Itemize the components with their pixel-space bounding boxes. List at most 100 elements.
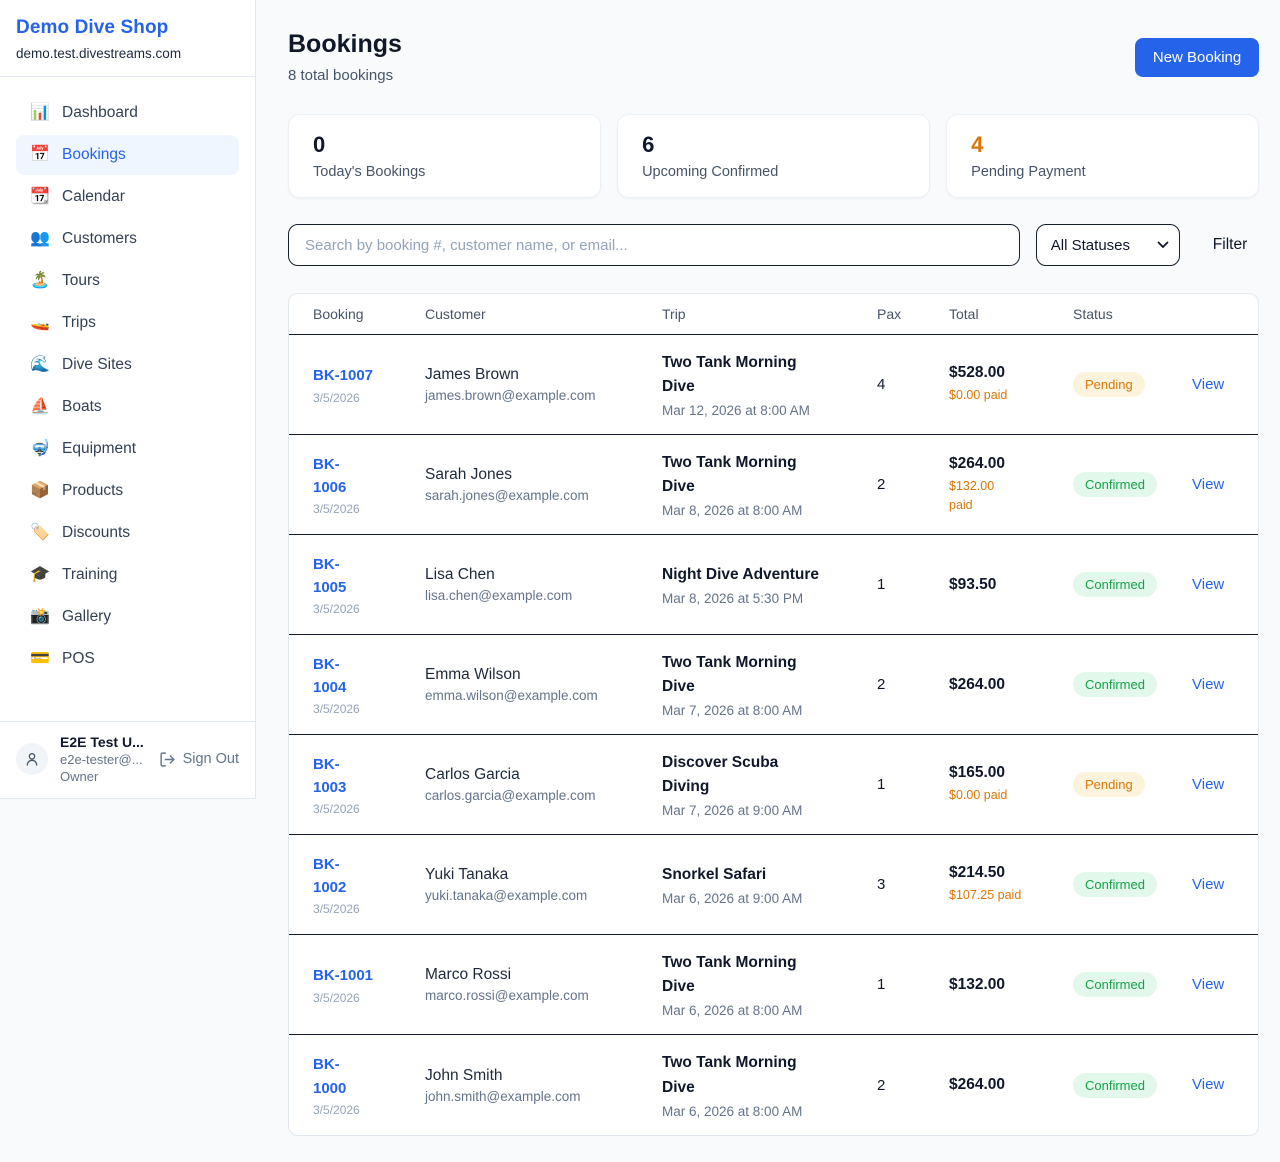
sidebar-item-dive-sites[interactable]: 🌊 Dive Sites [16, 345, 239, 385]
sidebar-item-trips[interactable]: 🚤 Trips [16, 303, 239, 343]
pax-count: 4 [877, 376, 949, 393]
customer-name: Marco Rossi [425, 966, 652, 984]
paid-amount: $107.25 paid [949, 886, 1063, 904]
sidebar-item-calendar[interactable]: 📆 Calendar [16, 177, 239, 217]
sailboat-icon: ⛵ [30, 399, 50, 415]
pax-count: 2 [877, 676, 949, 693]
trip-datetime: Mar 12, 2026 at 8:00 AM [662, 403, 867, 418]
view-link[interactable]: View [1192, 576, 1224, 593]
sidebar-item-pos[interactable]: 💳 POS [16, 639, 239, 679]
column-header-customer: Customer [425, 306, 662, 322]
view-link[interactable]: View [1192, 376, 1224, 393]
sidebar-item-customers[interactable]: 👥 Customers [16, 219, 239, 259]
trip-datetime: Mar 8, 2026 at 5:30 PM [662, 591, 867, 606]
stats-row: 0 Today's Bookings 6 Upcoming Confirmed … [288, 114, 1259, 198]
filter-button[interactable]: Filter [1213, 236, 1247, 254]
graduation-cap-icon: 🎓 [30, 567, 50, 583]
view-link[interactable]: View [1192, 1076, 1224, 1093]
status-badge: Pending [1073, 772, 1145, 797]
page-header-text: Bookings 8 total bookings [288, 30, 402, 84]
island-icon: 🏝️ [30, 273, 50, 289]
stat-value: 0 [313, 132, 576, 158]
booking-date: 3/5/2026 [313, 391, 415, 405]
trip-datetime: Mar 6, 2026 at 8:00 AM [662, 1104, 867, 1119]
customer-email: lisa.chen@example.com [425, 588, 652, 603]
column-header-pax: Pax [877, 306, 949, 322]
status-badge: Confirmed [1073, 1073, 1157, 1098]
tag-icon: 🏷️ [30, 525, 50, 541]
view-link[interactable]: View [1192, 976, 1224, 993]
sidebar-item-label: Equipment [62, 440, 136, 458]
sidebar-item-label: Tours [62, 272, 100, 290]
paid-amount: $132.00 paid [949, 477, 1063, 513]
package-icon: 📦 [30, 483, 50, 499]
view-link[interactable]: View [1192, 676, 1224, 693]
avatar [16, 743, 48, 775]
sidebar-item-boats[interactable]: ⛵ Boats [16, 387, 239, 427]
table-row: BK- 1004 3/5/2026 Emma Wilson emma.wilso… [289, 635, 1258, 735]
trip-name: Two Tank Morning Dive [662, 1051, 867, 1099]
trip-datetime: Mar 7, 2026 at 8:00 AM [662, 703, 867, 718]
credit-card-icon: 💳 [30, 651, 50, 667]
bar-chart-icon: 📊 [30, 105, 50, 121]
sidebar-item-bookings[interactable]: 📅 Bookings [16, 135, 239, 175]
column-header-trip: Trip [662, 306, 877, 322]
booking-id-link[interactable]: BK- 1005 [313, 553, 415, 600]
table-row: BK- 1005 3/5/2026 Lisa Chen lisa.chen@ex… [289, 535, 1258, 635]
app-root: Demo Dive Shop demo.test.divestreams.com… [0, 0, 1280, 1162]
sidebar-item-discounts[interactable]: 🏷️ Discounts [16, 513, 239, 553]
sidebar-item-dashboard[interactable]: 📊 Dashboard [16, 93, 239, 133]
customer-name: John Smith [425, 1067, 652, 1085]
total-amount: $528.00 [949, 364, 1063, 382]
status-badge: Confirmed [1073, 972, 1157, 997]
sidebar-item-label: Gallery [62, 608, 111, 626]
pax-count: 1 [877, 976, 949, 993]
sidebar-item-training[interactable]: 🎓 Training [16, 555, 239, 595]
booking-id-link[interactable]: BK- 1003 [313, 753, 415, 800]
status-badge: Confirmed [1073, 472, 1157, 497]
booking-id-link[interactable]: BK- 1006 [313, 453, 415, 500]
pax-count: 1 [877, 576, 949, 593]
total-amount: $165.00 [949, 764, 1063, 782]
new-booking-button[interactable]: New Booking [1135, 38, 1259, 77]
sidebar-item-tours[interactable]: 🏝️ Tours [16, 261, 239, 301]
camera-icon: 📸 [30, 609, 50, 625]
booking-id-link[interactable]: BK- 1002 [313, 853, 415, 900]
customer-email: john.smith@example.com [425, 1089, 652, 1104]
booking-id-link[interactable]: BK-1007 [313, 364, 415, 387]
status-badge: Confirmed [1073, 572, 1157, 597]
column-header-booking: Booking [313, 306, 425, 322]
sidebar-item-gallery[interactable]: 📸 Gallery [16, 597, 239, 637]
trip-name: Night Dive Adventure [662, 563, 867, 587]
total-amount: $132.00 [949, 976, 1063, 994]
view-link[interactable]: View [1192, 876, 1224, 893]
booking-id-link[interactable]: BK- 1000 [313, 1053, 415, 1100]
customer-name: Yuki Tanaka [425, 866, 652, 884]
customer-email: marco.rossi@example.com [425, 988, 652, 1003]
booking-id-link[interactable]: BK- 1004 [313, 653, 415, 700]
booking-date: 3/5/2026 [313, 1103, 415, 1117]
stat-label: Today's Bookings [313, 164, 576, 180]
booking-date: 3/5/2026 [313, 802, 415, 816]
sidebar-item-products[interactable]: 📦 Products [16, 471, 239, 511]
paid-amount: $0.00 paid [949, 386, 1063, 404]
trip-name: Two Tank Morning Dive [662, 451, 867, 499]
sign-out-button[interactable]: Sign Out [159, 751, 239, 768]
table-row: BK- 1002 3/5/2026 Yuki Tanaka yuki.tanak… [289, 835, 1258, 935]
search-input[interactable] [288, 224, 1020, 266]
sidebar-item-equipment[interactable]: 🤿 Equipment [16, 429, 239, 469]
main-content: Bookings 8 total bookings New Booking 0 … [256, 0, 1280, 1156]
pax-count: 2 [877, 476, 949, 493]
view-link[interactable]: View [1192, 476, 1224, 493]
booking-date: 3/5/2026 [313, 502, 415, 516]
table-row: BK- 1006 3/5/2026 Sarah Jones sarah.jone… [289, 435, 1258, 535]
paid-amount: $0.00 paid [949, 786, 1063, 804]
table-body: BK-1007 3/5/2026 James Brown james.brown… [289, 335, 1258, 1135]
brand-block: Demo Dive Shop demo.test.divestreams.com [0, 0, 255, 77]
user-name: E2E Test U... [60, 734, 147, 750]
stat-card: 4 Pending Payment [946, 114, 1259, 198]
view-link[interactable]: View [1192, 776, 1224, 793]
sidebar: Demo Dive Shop demo.test.divestreams.com… [0, 0, 256, 799]
booking-id-link[interactable]: BK-1001 [313, 964, 415, 987]
status-filter-select[interactable]: All Statuses [1036, 224, 1180, 266]
